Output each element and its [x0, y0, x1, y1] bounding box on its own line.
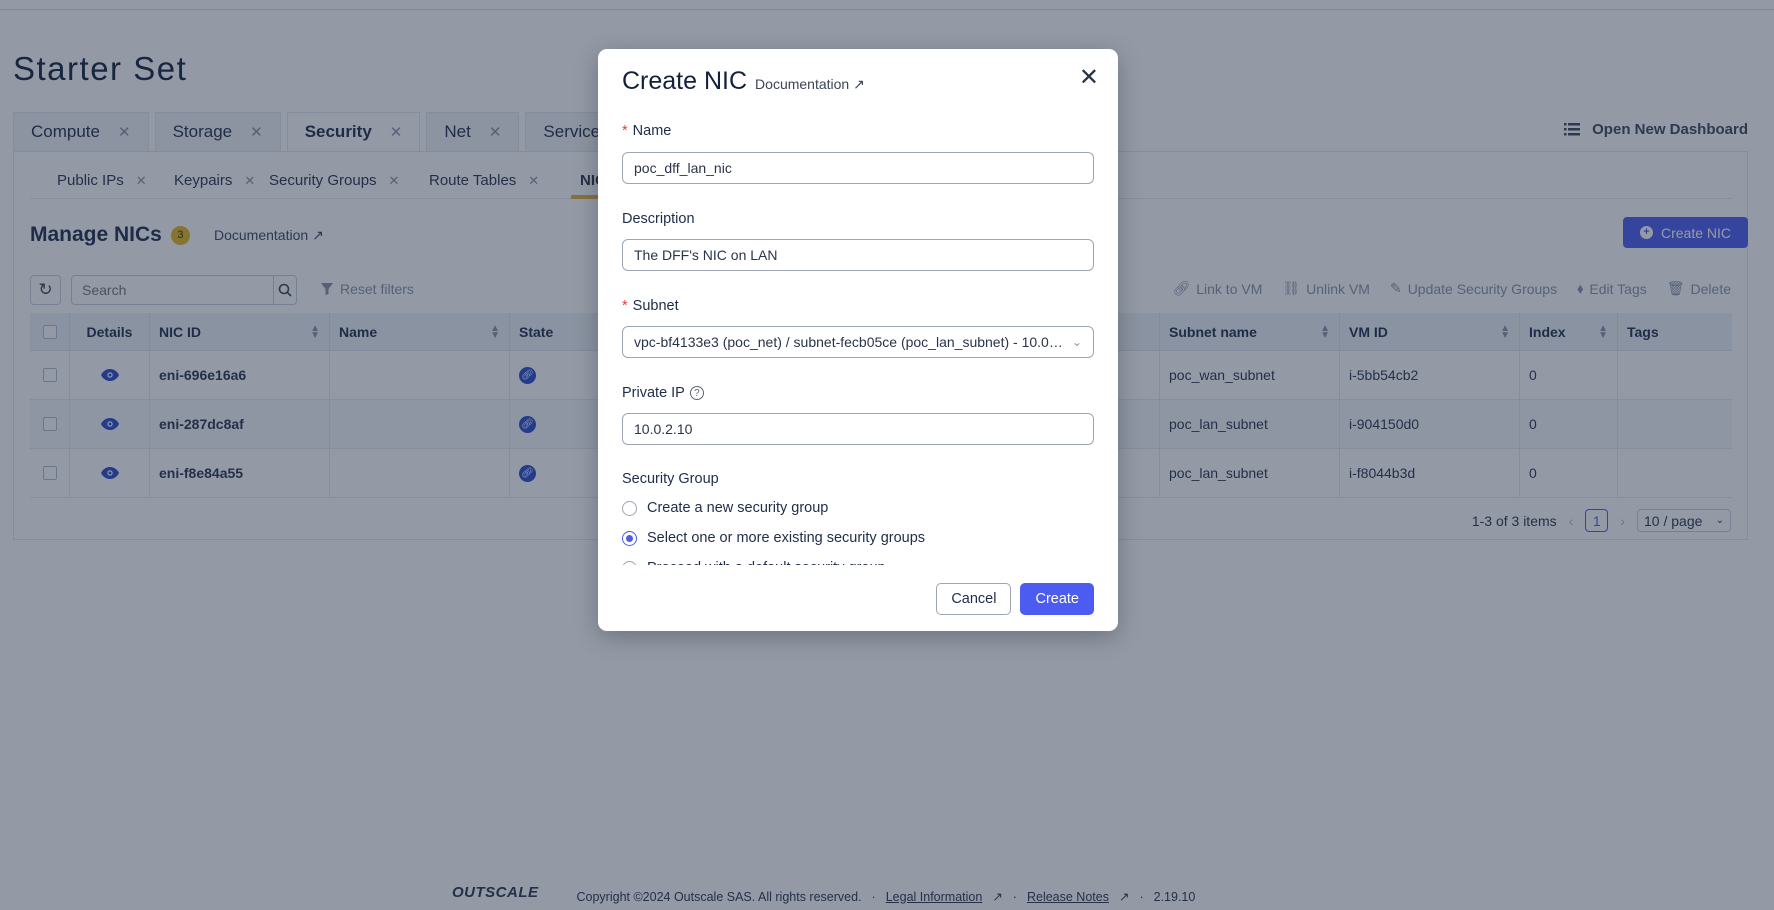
radio-select-existing-sg[interactable]: Select one or more existing security gro…	[622, 530, 925, 546]
label-text: Name	[632, 123, 672, 139]
required-marker: *	[622, 123, 628, 139]
label-text: Description	[622, 211, 695, 227]
label-text: Security Group	[622, 471, 719, 487]
radio-label: Select one or more existing security gro…	[647, 530, 926, 546]
radio-button[interactable]	[622, 500, 637, 516]
modal-documentation-link[interactable]: Documentation ↗	[755, 76, 865, 93]
documentation-label: Documentation	[755, 76, 850, 92]
chevron-down-icon: ⌄	[1071, 335, 1082, 349]
subnet-value: vpc-bf4133e3 (poc_net) / subnet-fecb05ce…	[634, 334, 1064, 350]
label-text: Private IP	[622, 385, 685, 401]
radio-label: Create a new security group	[647, 500, 829, 516]
close-icon[interactable]: ✕	[1079, 66, 1099, 90]
help-icon[interactable]: ?	[689, 386, 704, 400]
private-ip-label: Private IP?	[622, 385, 704, 401]
private-ip-input[interactable]	[622, 413, 1094, 445]
description-label: Description	[622, 211, 695, 227]
radio-create-new-sg[interactable]: Create a new security group	[622, 500, 828, 516]
name-input[interactable]	[622, 152, 1094, 184]
label-text: Subnet	[632, 298, 679, 314]
subnet-label: * Subnet	[622, 298, 679, 314]
required-marker: *	[622, 298, 628, 314]
create-nic-modal: Create NIC Documentation ↗ ✕ *Name Descr…	[598, 49, 1118, 631]
radio-button[interactable]	[622, 530, 637, 546]
description-input[interactable]	[622, 239, 1094, 271]
security-group-label: Security Group	[622, 471, 719, 487]
name-label: * Name	[622, 123, 671, 139]
modal-footer: Cancel Create	[936, 583, 1094, 615]
create-button[interactable]: Create	[1020, 583, 1094, 615]
subnet-select[interactable]: vpc-bf4133e3 (poc_net) / subnet-fecb05ce…	[622, 326, 1094, 358]
modal-title-text: Create NIC	[622, 67, 748, 95]
scroll-clip	[598, 565, 1118, 579]
external-link-icon: ↗	[853, 76, 865, 92]
cancel-button[interactable]: Cancel	[936, 583, 1012, 615]
modal-title: Create NIC Documentation ↗	[622, 67, 865, 96]
